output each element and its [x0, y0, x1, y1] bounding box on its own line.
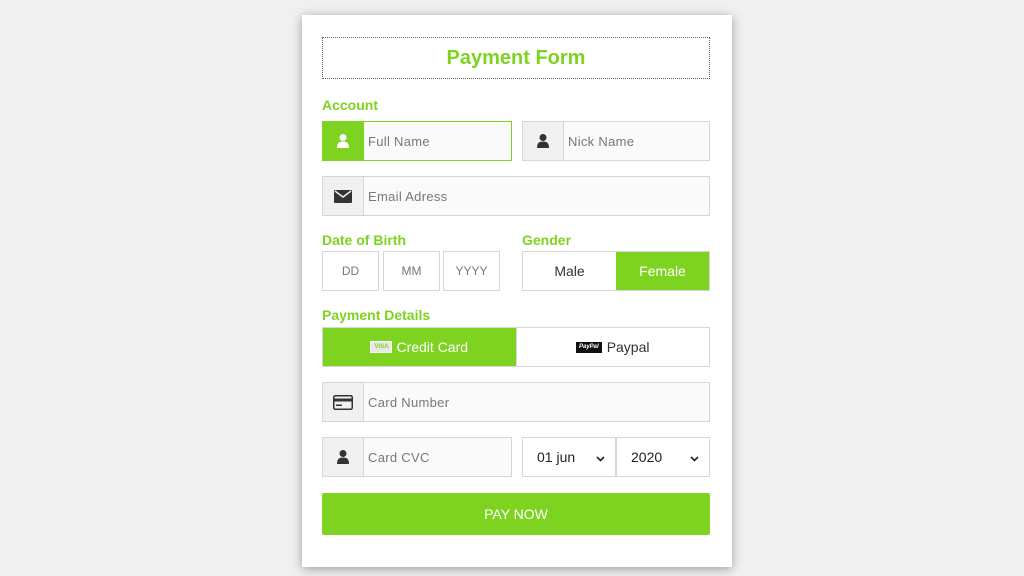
credit-card-option[interactable]: VISA Credit Card [323, 328, 516, 366]
gender-toggle: Male Female [522, 251, 710, 291]
nick-name-field[interactable] [522, 121, 710, 161]
full-name-field[interactable] [322, 121, 512, 161]
credit-card-label: Credit Card [396, 339, 469, 355]
chevron-down-icon [690, 449, 699, 465]
dob-day-field[interactable]: DD [322, 251, 379, 291]
expiry-month-value: 01 jun [537, 449, 576, 465]
envelope-icon [323, 177, 364, 215]
visa-icon: VISA [370, 341, 393, 353]
expiry-month-select[interactable]: 01 jun [522, 437, 616, 477]
account-label: Account [322, 97, 378, 113]
gender-label: Gender [522, 232, 572, 248]
user-icon [323, 438, 364, 476]
dob-month-field[interactable]: MM [383, 251, 440, 291]
card-cvc-field[interactable] [322, 437, 512, 477]
gender-female-option[interactable]: Female [616, 252, 709, 290]
payment-details-label: Payment Details [322, 307, 431, 323]
form-title: Payment Form [322, 37, 710, 79]
full-name-input[interactable] [364, 122, 511, 160]
user-icon [523, 122, 564, 160]
credit-card-icon [323, 383, 364, 421]
paypal-option[interactable]: PayPal Paypal [515, 328, 709, 366]
paypal-icon: PayPal [576, 341, 602, 353]
email-input[interactable] [364, 177, 709, 215]
card-number-field[interactable] [322, 382, 710, 422]
paypal-label: Paypal [606, 339, 650, 355]
expiry-year-value: 2020 [631, 449, 663, 465]
gender-male-option[interactable]: Male [523, 252, 616, 290]
card-cvc-input[interactable] [364, 438, 511, 476]
user-icon [323, 122, 364, 160]
payment-method-toggle: VISA Credit Card PayPal Paypal [322, 327, 710, 367]
chevron-down-icon [596, 449, 605, 465]
card-number-input[interactable] [364, 383, 709, 421]
dob-year-field[interactable]: YYYY [443, 251, 500, 291]
expiry-year-select[interactable]: 2020 [616, 437, 710, 477]
payment-form-card: Payment Form Account Date of Birth DD MM… [302, 15, 732, 567]
dob-label: Date of Birth [322, 232, 406, 248]
pay-now-button[interactable]: PAY NOW [322, 493, 710, 535]
email-field[interactable] [322, 176, 710, 216]
nick-name-input[interactable] [564, 122, 709, 160]
